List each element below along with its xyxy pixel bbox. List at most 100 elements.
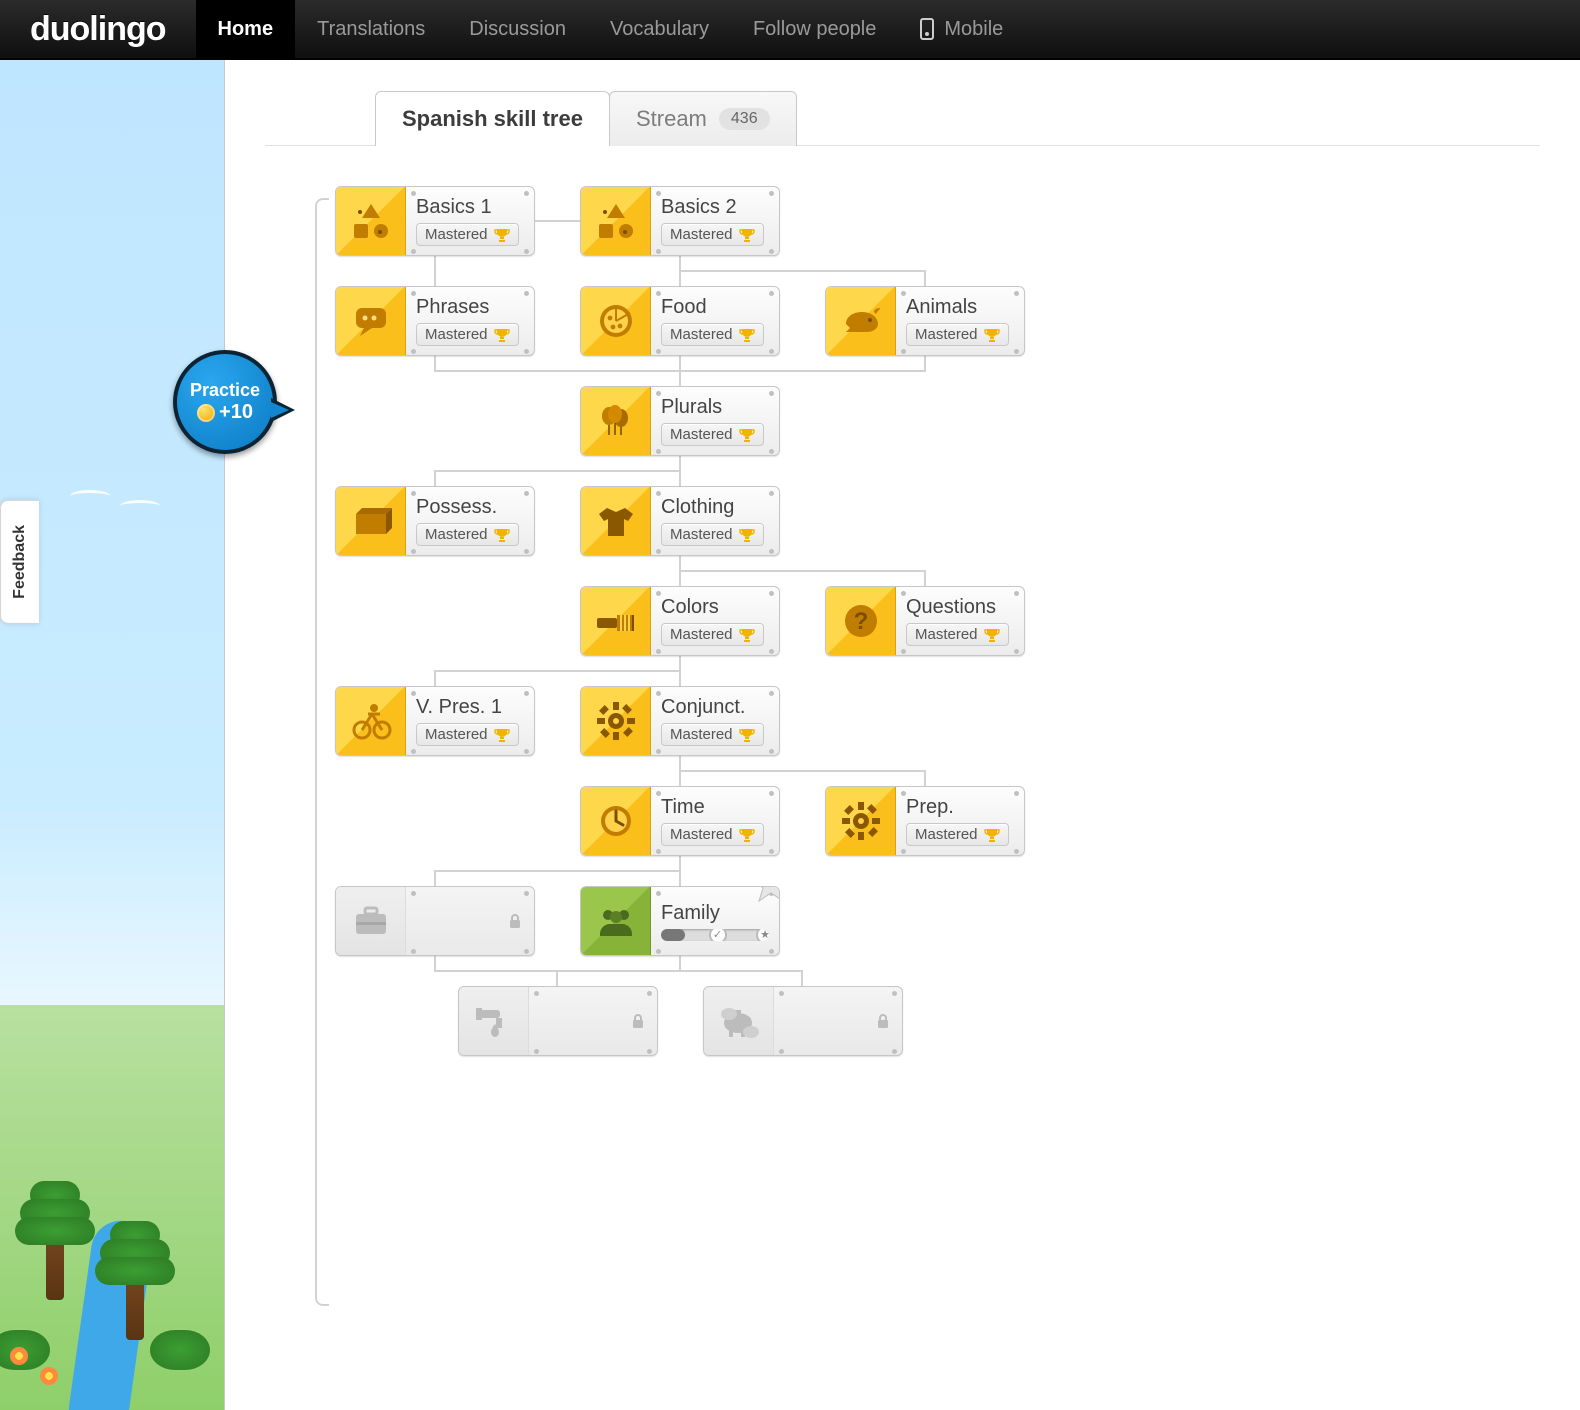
skill-tile [581,587,651,655]
mastered-badge: Mastered [416,223,519,246]
people-icon [595,900,637,942]
skill-locked1 [335,886,535,956]
skill-body: FoodMastered [651,287,779,355]
phone-icon [920,18,934,40]
tab-stream-label: Stream [636,106,707,132]
whale-icon [840,300,882,342]
flower-icon [40,1367,58,1385]
brand-logo[interactable]: duolingo [30,10,166,49]
mastered-badge: Mastered [661,623,764,646]
skill-family[interactable]: Family✓★ [580,886,780,956]
skill-locked2 [458,986,658,1056]
skill-food[interactable]: FoodMastered [580,286,780,356]
trophy-icon [739,327,755,343]
mastered-badge: Mastered [661,723,764,746]
skill-title: V. Pres. 1 [416,696,524,719]
skill-vpres1[interactable]: V. Pres. 1 Mastered [335,686,535,756]
skill-questions[interactable]: QuestionsMastered [825,586,1025,656]
question-icon [840,600,882,642]
trophy-icon [984,627,1000,643]
briefcase-icon [350,900,392,942]
tree-trunk-line [315,198,329,1306]
bush-icon [150,1330,210,1370]
skill-title: Clothing [661,496,769,519]
skill-title: Animals [906,296,1014,319]
trophy-icon [739,527,755,543]
skill-tile [581,787,651,855]
skill-title: Questions [906,596,1014,619]
skill-basics1[interactable]: Basics 1 Mastered [335,186,535,256]
mastered-badge: Mastered [906,323,1009,346]
mastered-badge: Mastered [661,223,764,246]
trophy-icon [984,827,1000,843]
shapes-icon [595,200,637,242]
skill-body: PluralsMastered [651,387,779,455]
skill-body: Animals Mastered [896,287,1024,355]
skill-tile [826,787,896,855]
skill-body: Basics 1 Mastered [406,187,534,255]
skill-colors[interactable]: ColorsMastered [580,586,780,656]
shapes-icon [350,200,392,242]
content-tabs: Spanish skill tree Stream 436 [265,90,1540,146]
nav-discussion[interactable]: Discussion [447,0,588,59]
feedback-tab[interactable]: Feedback [0,500,39,624]
skill-tile [336,887,406,955]
mastered-badge: Mastered [416,323,519,346]
pizza-icon [595,300,637,342]
nav-vocabulary[interactable]: Vocabulary [588,0,731,59]
skill-animals[interactable]: Animals Mastered [825,286,1025,356]
skill-body: Basics 2 Mastered [651,187,779,255]
lock-icon [506,912,524,930]
skill-possess[interactable]: Possess.Mastered [335,486,535,556]
cloud-icon [70,490,110,502]
nav-home[interactable]: Home [196,0,296,59]
skill-prep[interactable]: Prep.Mastered [825,786,1025,856]
skill-body: Prep.Mastered [896,787,1024,855]
trophy-icon [494,327,510,343]
balloons-icon [595,400,637,442]
mastered-badge: Mastered [416,723,519,746]
scenery-panel [0,60,224,1410]
skill-title: Prep. [906,796,1014,819]
trophy-icon [739,627,755,643]
nav-follow-people[interactable]: Follow people [731,0,898,59]
skill-phrases[interactable]: PhrasesMastered [335,286,535,356]
skill-locked3 [703,986,903,1056]
mastered-badge: Mastered [661,823,764,846]
mastered-badge: Mastered [416,523,519,546]
speech-icon [350,300,392,342]
skill-clothing[interactable]: Clothing Mastered [580,486,780,556]
box-icon [350,500,392,542]
clock-icon [595,800,637,842]
skill-body: Conjunct.Mastered [651,687,779,755]
skill-basics2[interactable]: Basics 2 Mastered [580,186,780,256]
skill-time[interactable]: TimeMastered [580,786,780,856]
trophy-icon [739,827,755,843]
tree-connectors [335,186,1195,1346]
skill-tile [581,187,651,255]
mastered-badge: Mastered [661,323,764,346]
skill-tile [581,487,651,555]
skill-tile [704,987,774,1055]
skill-plurals[interactable]: PluralsMastered [580,386,780,456]
practice-points: +10 [197,401,253,424]
skill-tile [336,187,406,255]
practice-label: Practice [190,380,260,401]
skill-tile [581,687,651,755]
practice-button[interactable]: Practice +10 [173,350,277,454]
skill-title: Basics 1 [416,196,524,219]
top-nav: duolingo Home Translations Discussion Vo… [0,0,1580,60]
skill-title: Basics 2 [661,196,769,219]
trophy-icon [984,327,1000,343]
tab-stream[interactable]: Stream 436 [609,91,797,146]
nav-translations[interactable]: Translations [295,0,447,59]
tab-skill-tree[interactable]: Spanish skill tree [375,91,610,146]
skill-tile [336,287,406,355]
lock-icon [629,1012,647,1030]
skill-conjunct[interactable]: Conjunct.Mastered [580,686,780,756]
mastered-badge: Mastered [661,523,764,546]
coin-icon [197,404,215,422]
lock-icon [874,1012,892,1030]
nav-mobile[interactable]: Mobile [898,0,1025,59]
trophy-icon [739,727,755,743]
